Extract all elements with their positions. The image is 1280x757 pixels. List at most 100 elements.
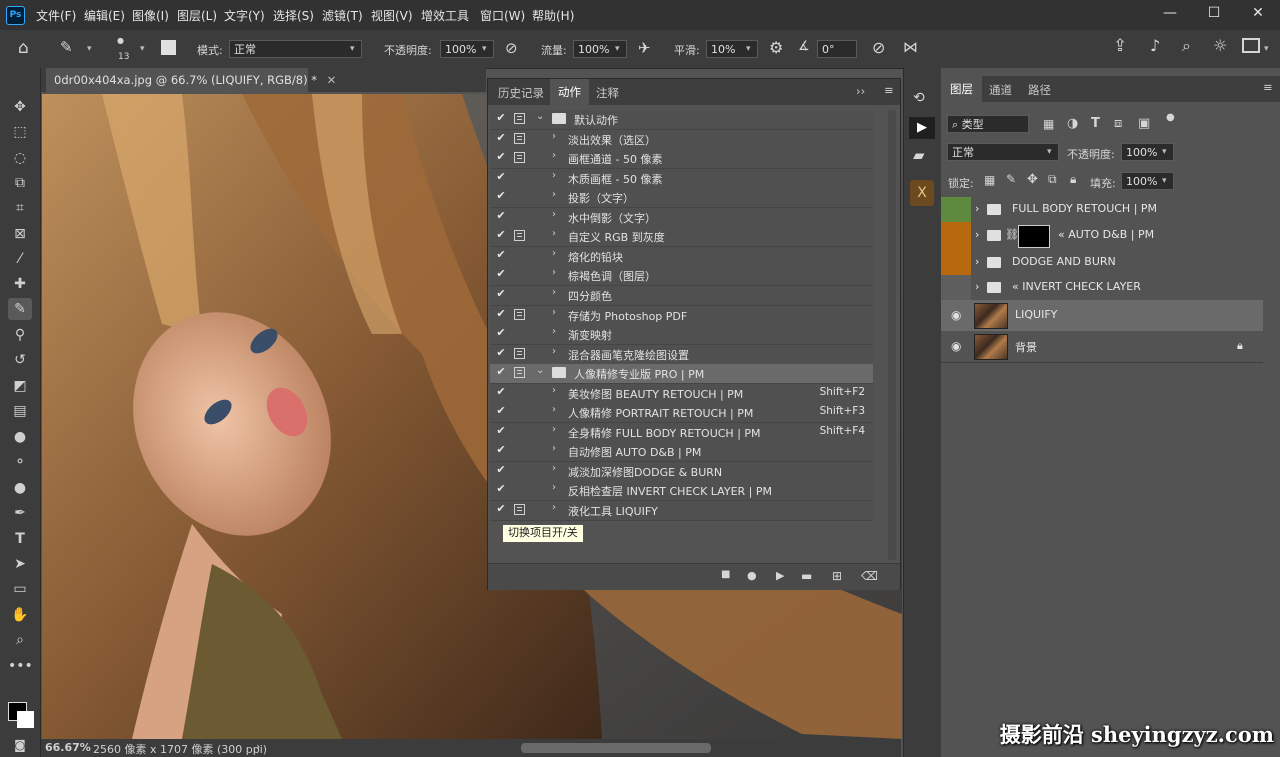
chevron-right-icon[interactable]: › bbox=[552, 287, 556, 298]
action-row[interactable]: ✔ › 人像精修 PORTRAIT RETOUCH | PM Shift+F3 bbox=[490, 403, 873, 423]
tab-history[interactable]: 历史记录 bbox=[498, 85, 544, 101]
lightbulb-icon[interactable]: ☼ bbox=[1213, 36, 1227, 55]
chevron-right-icon[interactable]: › bbox=[552, 482, 556, 493]
chevron-right-icon[interactable]: › bbox=[552, 209, 556, 220]
filter-toggle-icon[interactable]: ● bbox=[1166, 112, 1175, 123]
menu-window[interactable]: 窗口(W) bbox=[480, 7, 525, 24]
check-icon[interactable]: ✔ bbox=[494, 287, 508, 300]
check-icon[interactable]: ✔ bbox=[494, 463, 508, 476]
layer-name[interactable]: « INVERT CHECK LAYER bbox=[1012, 280, 1141, 293]
brush-tip-icon[interactable]: ● bbox=[117, 36, 124, 45]
check-icon[interactable]: ✔ bbox=[494, 424, 508, 437]
menu-layer[interactable]: 图层(L) bbox=[177, 7, 217, 24]
check-icon[interactable]: ✔ bbox=[494, 189, 508, 202]
check-icon[interactable]: ✔ bbox=[494, 209, 508, 222]
dialog-toggle-icon[interactable] bbox=[514, 465, 525, 476]
crop-tool-icon[interactable]: ⌗ bbox=[8, 197, 32, 219]
dialog-toggle-icon[interactable] bbox=[514, 484, 525, 495]
action-row[interactable]: ✔ › 自定义 RGB 到灰度 bbox=[490, 227, 873, 247]
chevron-right-icon[interactable]: › bbox=[552, 326, 556, 337]
move-tool-icon[interactable]: ✥ bbox=[8, 96, 32, 118]
layer-thumbnail[interactable] bbox=[974, 303, 1008, 329]
eye-icon[interactable]: ◉ bbox=[951, 308, 961, 322]
layer-name[interactable]: « AUTO D&B | PM bbox=[1058, 228, 1154, 241]
dialog-toggle-icon[interactable] bbox=[514, 152, 525, 163]
menu-file[interactable]: 文件(F) bbox=[36, 7, 76, 24]
check-icon[interactable]: ✔ bbox=[494, 502, 508, 515]
check-icon[interactable]: ✔ bbox=[494, 385, 508, 398]
menu-filter[interactable]: 滤镜(T) bbox=[322, 7, 363, 24]
visibility-toggle[interactable] bbox=[941, 275, 971, 300]
lasso-tool-icon[interactable]: ◌ bbox=[8, 147, 32, 169]
type-tool-icon[interactable]: T bbox=[8, 528, 32, 550]
dialog-toggle-icon[interactable] bbox=[514, 426, 525, 437]
bell-icon[interactable]: ♪ bbox=[1150, 36, 1160, 55]
check-icon[interactable]: ✔ bbox=[494, 131, 508, 144]
chevron-right-icon[interactable]: › bbox=[975, 255, 979, 268]
check-icon[interactable]: ✔ bbox=[494, 443, 508, 456]
pen-tool-icon[interactable]: ✒ bbox=[8, 502, 32, 524]
horizontal-scrollbar-thumb[interactable] bbox=[521, 743, 711, 753]
check-icon[interactable]: ✔ bbox=[494, 150, 508, 163]
dialog-toggle-icon[interactable] bbox=[514, 230, 525, 241]
object-select-tool-icon[interactable]: ⧉ bbox=[8, 172, 32, 194]
gear-icon[interactable]: ⚙ bbox=[769, 38, 783, 57]
chevron-right-icon[interactable]: › bbox=[552, 346, 556, 357]
action-row[interactable]: ✔ › 渐变映射 bbox=[490, 325, 873, 345]
chevron-right-icon[interactable]: › bbox=[552, 150, 556, 161]
gradient-tool-icon[interactable]: ▤ bbox=[8, 400, 32, 422]
check-icon[interactable]: ✔ bbox=[494, 170, 508, 183]
close-button[interactable]: ✕ bbox=[1236, 0, 1280, 26]
actions-panel-icon[interactable]: ▶ bbox=[909, 117, 935, 139]
layer-thumbnail[interactable] bbox=[974, 334, 1008, 360]
symmetry-icon[interactable]: ⋈ bbox=[903, 38, 918, 56]
brush-preset-icon[interactable]: ✎ bbox=[60, 38, 73, 56]
dialog-toggle-icon[interactable] bbox=[514, 113, 525, 124]
blend-mode-select[interactable]: 正常 bbox=[947, 143, 1059, 161]
stop-icon[interactable]: ■ bbox=[721, 569, 730, 580]
layer-row[interactable]: ◉ LIQUIFY bbox=[941, 300, 1263, 332]
airbrush-icon[interactable]: ✈ bbox=[638, 39, 651, 57]
link-icon[interactable]: ⛓ bbox=[1005, 228, 1019, 241]
dialog-toggle-icon[interactable] bbox=[514, 289, 525, 300]
dodge-tool-icon[interactable]: ⚬ bbox=[8, 451, 32, 473]
chevron-right-icon[interactable]: › bbox=[552, 404, 556, 415]
lock-pixels-icon[interactable]: ✎ bbox=[1006, 172, 1016, 186]
layer-group-row[interactable]: › « INVERT CHECK LAYER bbox=[941, 275, 1263, 301]
shape-filter-icon[interactable]: ⧈ bbox=[1114, 116, 1122, 131]
check-icon[interactable]: ✔ bbox=[494, 307, 508, 320]
lock-artboard-icon[interactable]: ⧉ bbox=[1048, 172, 1057, 187]
angle-field[interactable]: 0° bbox=[817, 40, 857, 58]
new-set-icon[interactable]: ▬ bbox=[801, 569, 812, 583]
action-row[interactable]: ✔ › 四分颜色 bbox=[490, 286, 873, 306]
panel-menu-icon[interactable]: ≡ bbox=[884, 83, 894, 97]
menu-view[interactable]: 视图(V) bbox=[371, 7, 413, 24]
dialog-toggle-icon[interactable] bbox=[514, 133, 525, 144]
search-icon[interactable]: ⌕ bbox=[1182, 36, 1191, 56]
healing-brush-tool-icon[interactable]: ✚ bbox=[8, 273, 32, 295]
chevron-down-icon[interactable]: ⌄ bbox=[536, 365, 544, 376]
chevron-right-icon[interactable]: › bbox=[552, 502, 556, 513]
history-panel-icon[interactable]: ⟲ bbox=[913, 90, 925, 106]
zoom-tool-icon[interactable]: ⌕ bbox=[8, 629, 32, 651]
chevron-down-icon[interactable]: ▾ bbox=[140, 44, 145, 54]
action-row[interactable]: ✔ › 液化工具 LIQUIFY bbox=[490, 501, 873, 521]
chevron-right-icon[interactable]: › bbox=[552, 170, 556, 181]
eraser-tool-icon[interactable]: ◩ bbox=[8, 375, 32, 397]
collapse-panel-icon[interactable]: ›› bbox=[856, 84, 865, 98]
more-tools-icon[interactable]: ••• bbox=[8, 655, 33, 677]
mode-select[interactable]: 正常 bbox=[229, 40, 362, 58]
dialog-toggle-icon[interactable] bbox=[514, 172, 525, 183]
pressure-opacity-icon[interactable]: ⊘ bbox=[505, 39, 518, 57]
dialog-toggle-icon[interactable] bbox=[514, 504, 525, 515]
record-icon[interactable]: ● bbox=[747, 569, 757, 582]
path-select-tool-icon[interactable]: ➤ bbox=[8, 553, 32, 575]
document-info[interactable]: 2560 像素 x 1707 像素 (300 ppi) bbox=[93, 741, 267, 757]
history-brush-tool-icon[interactable]: ↺ bbox=[8, 349, 32, 371]
action-row[interactable]: ✔ › 棕褐色调（图层） bbox=[490, 266, 873, 286]
dialog-toggle-icon[interactable] bbox=[514, 328, 525, 339]
tab-notes[interactable]: 注释 bbox=[596, 85, 619, 101]
hand-tool-icon[interactable]: ✋ bbox=[8, 604, 32, 626]
check-icon[interactable]: ✔ bbox=[494, 482, 508, 495]
frame-tool-icon[interactable]: ⊠ bbox=[8, 223, 32, 245]
